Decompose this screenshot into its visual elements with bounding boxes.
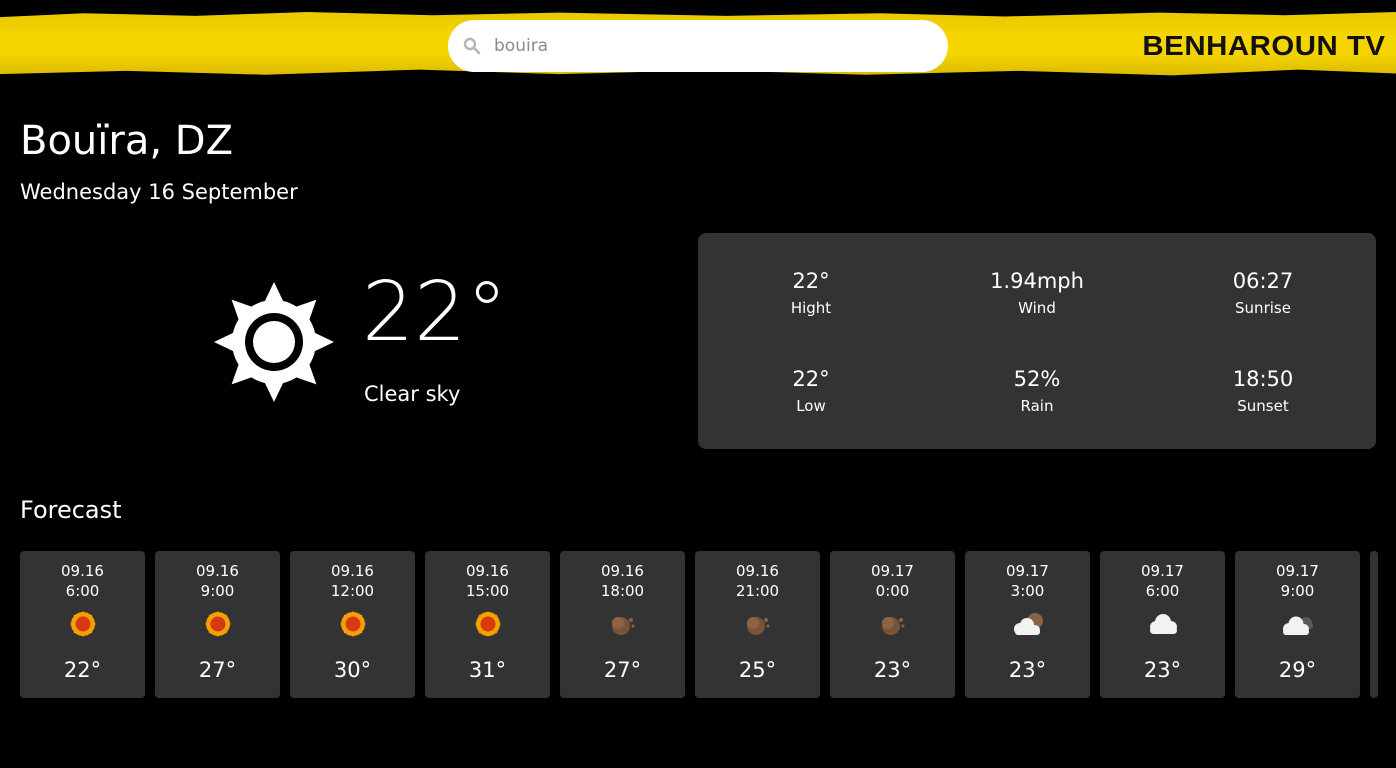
forecast-time: 9:00 <box>200 582 235 600</box>
forecast-date: 09.17 <box>1276 562 1319 580</box>
forecast-date: 09.16 <box>196 562 239 580</box>
forecast-card: 09.17 6:00 23° <box>1100 551 1225 698</box>
forecast-card: 09.17 9:00 29° <box>1235 551 1360 698</box>
forecast-temp: 23° <box>1143 658 1182 682</box>
forecast-date: 09.16 <box>736 562 779 580</box>
stat-sunset-label: Sunset <box>1237 397 1289 415</box>
forecast-card: 09.16 21:00 25° <box>695 551 820 698</box>
forecast-date: 09.17 <box>1006 562 1049 580</box>
stat-sunset: 18:50 Sunset <box>1153 367 1373 415</box>
forecast-date: 09.16 <box>331 562 374 580</box>
forecast-date: 09.16 <box>61 562 104 580</box>
stat-sunrise-value: 06:27 <box>1232 269 1294 293</box>
sun-icon <box>475 611 501 637</box>
sun-icon <box>70 611 96 637</box>
stat-sunset-value: 18:50 <box>1232 367 1294 391</box>
weather-stats-panel: 22° Hight 1.94mph Wind 06:27 Sunrise 22°… <box>698 233 1376 449</box>
forecast-temp: 23° <box>873 658 912 682</box>
cloud-moon-icon <box>1014 613 1043 635</box>
stat-high-label: Hight <box>790 299 832 317</box>
forecast-card: 09.16 12:00 30° <box>290 551 415 698</box>
forecast-card: 09.16 15:00 31° <box>425 551 550 698</box>
forecast-date: 09.16 <box>466 562 509 580</box>
forecast-temp: 22° <box>63 658 102 682</box>
stat-wind-value: 1.94mph <box>990 269 1084 293</box>
forecast-time: 18:00 <box>600 582 645 600</box>
moon-icon <box>882 617 905 635</box>
forecast-card: 09.17 3:00 23° <box>965 551 1090 698</box>
cloud-partial-icon <box>1283 616 1313 635</box>
forecast-date: 09.17 <box>1141 562 1184 580</box>
stat-sunrise: 06:27 Sunrise <box>1153 269 1373 317</box>
stat-rain: 52% Rain <box>927 367 1147 415</box>
current-date: Wednesday 16 September <box>20 180 298 204</box>
forecast-temp: 27° <box>603 658 642 682</box>
forecast-time: 21:00 <box>735 582 780 600</box>
forecast-time: 6:00 <box>65 582 100 600</box>
brand-logo: BENHAROUN TV <box>1142 30 1386 61</box>
sun-icon <box>340 611 366 637</box>
forecast-time: 12:00 <box>330 582 375 600</box>
forecast-card-partial <box>1370 551 1378 698</box>
sun-icon <box>205 611 231 637</box>
forecast-list[interactable]: 09.16 6:00 22° 09.16 9:00 27° 09.16 12:0… <box>20 551 1396 699</box>
stat-low-label: Low <box>796 397 826 415</box>
stat-wind: 1.94mph Wind <box>927 269 1147 317</box>
forecast-date: 09.17 <box>871 562 914 580</box>
forecast-temp: 30° <box>333 658 372 682</box>
forecast-time: 15:00 <box>465 582 510 600</box>
search-icon <box>463 37 481 55</box>
forecast-title: Forecast <box>20 496 122 524</box>
stat-wind-label: Wind <box>1018 299 1056 317</box>
sun-icon <box>214 282 334 402</box>
forecast-temp: 23° <box>1008 658 1047 682</box>
forecast-time: 9:00 <box>1280 582 1315 600</box>
stat-high: 22° Hight <box>701 269 921 317</box>
forecast-temp: 29° <box>1278 658 1317 682</box>
cloud-icon <box>1150 614 1177 634</box>
forecast-date: 09.16 <box>601 562 644 580</box>
stat-high-value: 22° <box>792 269 830 293</box>
stat-low: 22° Low <box>701 367 921 415</box>
search-box[interactable] <box>448 20 948 72</box>
forecast-card: 09.16 9:00 27° <box>155 551 280 698</box>
forecast-time: 3:00 <box>1010 582 1045 600</box>
city-title: Bouïra, DZ <box>20 118 233 164</box>
forecast-card: 09.16 6:00 22° <box>20 551 145 698</box>
forecast-card: 09.16 18:00 27° <box>560 551 685 698</box>
search-input[interactable] <box>494 36 894 56</box>
stat-low-value: 22° <box>792 367 830 391</box>
forecast-time: 0:00 <box>875 582 910 600</box>
stat-rain-label: Rain <box>1020 397 1054 415</box>
forecast-temp: 27° <box>198 658 237 682</box>
stat-sunrise-label: Sunrise <box>1235 299 1291 317</box>
moon-icon <box>612 617 635 635</box>
stat-rain-value: 52% <box>1013 367 1061 391</box>
header-bar: BENHAROUN TV <box>0 0 1396 80</box>
forecast-card: 09.17 0:00 23° <box>830 551 955 698</box>
moon-icon <box>747 617 770 635</box>
current-description: Clear sky <box>364 382 461 406</box>
current-temperature: 22° <box>362 265 508 360</box>
forecast-time: 6:00 <box>1145 582 1180 600</box>
forecast-temp: 31° <box>468 658 507 682</box>
forecast-temp: 25° <box>738 658 777 682</box>
